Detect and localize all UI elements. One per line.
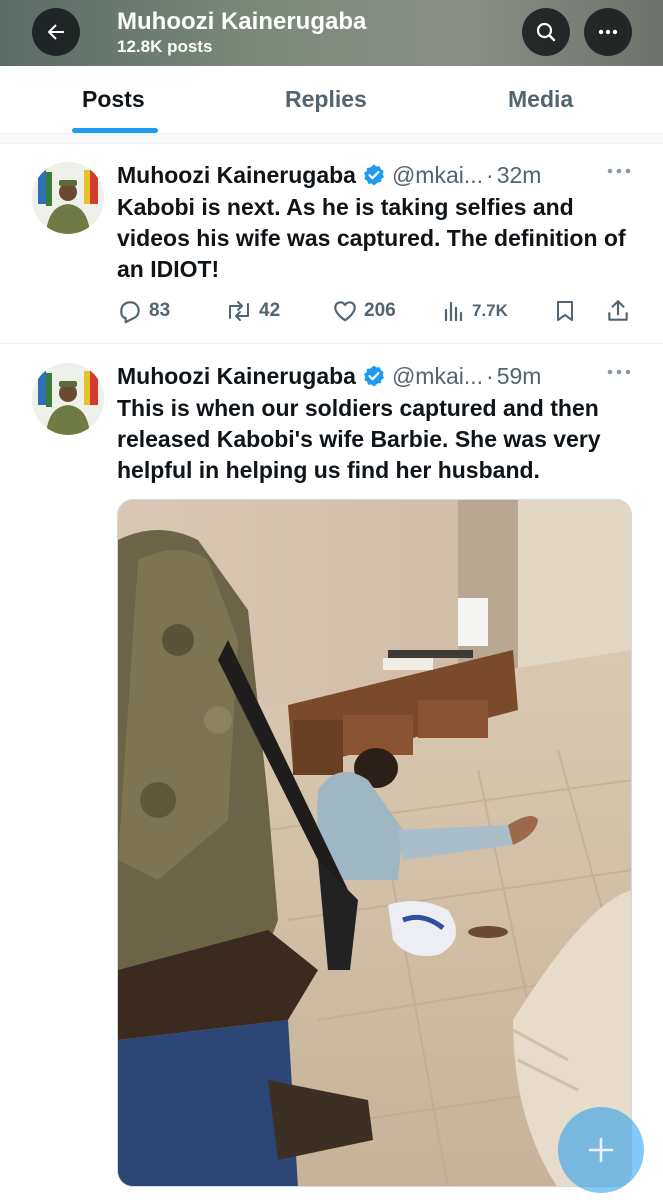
repost-icon [229, 301, 249, 321]
tweet-time[interactable]: 32m [497, 162, 542, 189]
verified-badge-icon [363, 365, 384, 387]
tweet[interactable]: Muhoozi Kainerugaba @mkai... · 59m This … [0, 345, 663, 1200]
share-button[interactable] [605, 296, 637, 326]
active-tab-indicator [72, 128, 158, 133]
reply-button[interactable]: 83 [117, 296, 170, 326]
tweet-header: Muhoozi Kainerugaba @mkai... · 32m [117, 160, 541, 190]
tweet-text: This is when our soldiers captured and t… [117, 395, 601, 483]
profile-name: Muhoozi Kainerugaba [117, 8, 367, 35]
post-count: 12.8K posts [117, 37, 213, 56]
tweet-more-icon[interactable] [606, 166, 632, 176]
compose-button[interactable] [558, 1107, 644, 1193]
divider [0, 134, 663, 144]
tweet-actions: 83 42 206 7.7K [117, 296, 637, 326]
bookmark-button[interactable] [553, 296, 583, 326]
separator-dot: · [486, 362, 494, 389]
author-name[interactable]: Muhoozi Kainerugaba [117, 162, 356, 189]
view-count: 7.7K [472, 301, 508, 320]
reply-icon [120, 301, 140, 324]
verified-badge-icon [363, 164, 384, 186]
tweet-header: Muhoozi Kainerugaba @mkai... · 59m [117, 361, 541, 391]
repost-count: 42 [259, 300, 281, 321]
heart-icon [334, 301, 356, 322]
like-count: 206 [364, 300, 396, 321]
like-button[interactable]: 206 [332, 296, 396, 326]
back-button[interactable] [32, 8, 80, 56]
repost-button[interactable]: 42 [225, 296, 280, 326]
profile-header: Muhoozi Kainerugaba 12.8K posts [0, 0, 663, 66]
tab-posts[interactable]: Posts [82, 86, 145, 113]
tab-replies[interactable]: Replies [285, 86, 367, 113]
tweet-more-icon[interactable] [606, 367, 632, 377]
avatar[interactable] [32, 162, 104, 234]
plus-icon [588, 1137, 614, 1163]
tweet-text: Kabobi is next. As he is taking selfies … [117, 194, 626, 282]
share-icon [608, 300, 628, 321]
author-name[interactable]: Muhoozi Kainerugaba [117, 363, 356, 390]
views-button[interactable]: 7.7K [442, 296, 508, 326]
views-icon [444, 301, 463, 322]
author-handle[interactable]: @mkai... [392, 162, 483, 189]
tab-media[interactable]: Media [508, 86, 573, 113]
tweet[interactable]: Muhoozi Kainerugaba @mkai... · 32m Kabob… [0, 144, 663, 344]
more-button[interactable] [584, 8, 632, 56]
profile-tabs: Posts Replies Media [0, 66, 663, 134]
more-horizontal-icon [598, 29, 618, 35]
search-icon [536, 22, 556, 42]
reply-count: 83 [149, 300, 171, 321]
tweet-time[interactable]: 59m [497, 363, 542, 390]
author-handle[interactable]: @mkai... [392, 363, 483, 390]
separator-dot: · [486, 161, 494, 188]
arrow-left-icon [47, 24, 64, 40]
bookmark-icon [557, 301, 573, 321]
tweet-photo[interactable] [117, 499, 632, 1187]
avatar[interactable] [32, 363, 104, 435]
search-button[interactable] [522, 8, 570, 56]
